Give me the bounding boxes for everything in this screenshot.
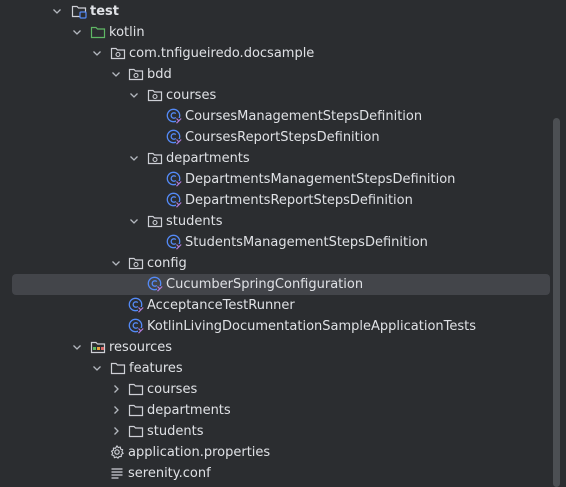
kotlin-class-icon [128,318,144,334]
tree-row-courses-report[interactable]: CoursesReportStepsDefinition [0,127,552,148]
package-icon [147,87,163,103]
tree-row-features-departments[interactable]: departments [0,400,552,421]
kotlin-class-icon [166,129,182,145]
tree-label: courses [147,382,198,397]
gear-icon [109,444,125,460]
chevron-down-icon[interactable] [71,26,83,38]
tree-row-acceptance-runner[interactable]: AcceptanceTestRunner [0,295,552,316]
tree-row-serenity-conf[interactable]: serenity.conf [0,463,552,484]
chevron-down-icon[interactable] [128,215,140,227]
package-icon [147,150,163,166]
tree-row-cucumber-config[interactable]: CucumberSpringConfiguration [0,274,552,295]
text-file-icon [109,465,125,481]
tree-row-bdd[interactable]: bdd [0,64,552,85]
test-folder-icon [71,3,87,19]
kotlin-class-icon [166,171,182,187]
tree-label: com.tnfigueiredo.docsample [129,46,315,61]
tree-label: kotlin [109,25,145,40]
kotlin-class-icon [166,108,182,124]
tree-row-resources[interactable]: resources [0,337,552,358]
tree-row-departments-report[interactable]: DepartmentsReportStepsDefinition [0,190,552,211]
tree-label: CoursesManagementStepsDefinition [185,109,423,124]
tree-label: serenity.conf [128,466,211,481]
folder-icon [128,402,144,418]
tree-row-students-management[interactable]: StudentsManagementStepsDefinition [0,232,552,253]
kotlin-class-icon [147,276,163,292]
tree-label: DepartmentsReportStepsDefinition [185,193,413,208]
package-icon [128,255,144,271]
folder-icon [110,360,126,376]
tree-row-courses-management[interactable]: CoursesManagementStepsDefinition [0,106,552,127]
tree-label: CoursesReportStepsDefinition [185,130,380,145]
chevron-down-icon[interactable] [91,47,103,59]
chevron-right-icon[interactable] [110,404,122,416]
tree-label: application.properties [128,445,271,460]
tree-label: test [90,4,119,19]
tree-row-test[interactable]: test [0,1,552,22]
tree-label: students [147,424,204,439]
tree-label: departments [147,403,231,418]
source-folder-icon [90,24,106,40]
kotlin-class-icon [128,297,144,313]
tree-row-features-students[interactable]: students [0,421,552,442]
chevron-down-icon[interactable] [128,89,140,101]
tree-label: CucumberSpringConfiguration [166,277,364,292]
tree-label: DepartmentsManagementStepsDefinition [185,172,456,187]
tree-label: config [147,256,187,271]
tree-row-config[interactable]: config [0,253,552,274]
tree-row-features-courses[interactable]: courses [0,379,552,400]
tree-label: features [129,361,183,376]
tree-label: departments [166,151,250,166]
tree-row-students[interactable]: students [0,211,552,232]
kotlin-class-icon [166,192,182,208]
chevron-down-icon[interactable] [51,5,63,17]
package-icon [128,66,144,82]
chevron-down-icon[interactable] [110,257,122,269]
tree-row-departments-management[interactable]: DepartmentsManagementStepsDefinition [0,169,552,190]
tree-label: StudentsManagementStepsDefinition [185,235,428,250]
package-icon [147,213,163,229]
tree-row-kotlin[interactable]: kotlin [0,22,552,43]
resources-folder-icon [90,339,106,355]
tree-row-courses[interactable]: courses [0,85,552,106]
tree-label: AcceptanceTestRunner [147,298,295,313]
tree-row-features[interactable]: features [0,358,552,379]
package-icon [110,45,126,61]
tree-row-departments[interactable]: departments [0,148,552,169]
tree-row-application-tests[interactable]: KotlinLivingDocumentationSampleApplicati… [0,316,552,337]
chevron-down-icon[interactable] [110,68,122,80]
chevron-down-icon[interactable] [91,362,103,374]
chevron-down-icon[interactable] [71,341,83,353]
folder-icon [128,423,144,439]
kotlin-class-icon [166,234,182,250]
chevron-right-icon[interactable] [110,425,122,437]
chevron-down-icon[interactable] [128,152,140,164]
chevron-right-icon[interactable] [110,383,122,395]
tree-label: students [166,214,223,229]
tree-row-package[interactable]: com.tnfigueiredo.docsample [0,43,552,64]
tree-label: courses [166,88,217,103]
tree-label: KotlinLivingDocumentationSampleApplicati… [147,319,477,334]
tree-row-application-properties[interactable]: application.properties [0,442,552,463]
tree-label: resources [109,340,173,355]
tree-label: bdd [147,67,172,82]
vertical-scrollbar[interactable] [553,118,560,487]
folder-icon [128,381,144,397]
project-tree: test kotlin com.tnfigueiredo.docsample b… [0,0,566,487]
